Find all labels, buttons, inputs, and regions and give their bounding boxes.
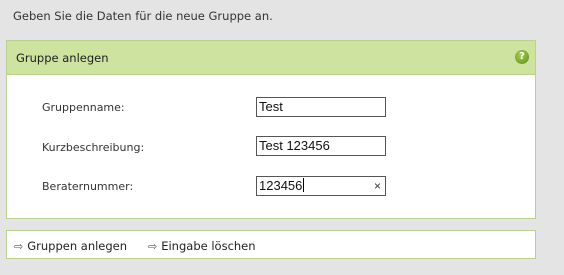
gruppenname-value: Test: [259, 99, 283, 114]
action-bar: ⇨ Gruppen anlegen ⇨ Eingabe löschen: [6, 230, 536, 259]
create-group-label: Gruppen anlegen: [27, 239, 128, 253]
gruppenname-label: Gruppenname:: [42, 101, 125, 114]
beraternummer-field[interactable]: 123456 ×: [256, 176, 386, 196]
create-group-panel: Gruppe anlegen ? Gruppenname: Test Kurzb…: [6, 40, 536, 219]
reset-input-label: Eingabe löschen: [161, 239, 256, 253]
panel-title: Gruppe anlegen: [16, 51, 109, 65]
clear-icon[interactable]: ×: [374, 177, 381, 195]
arrow-right-icon: ⇨: [14, 240, 24, 253]
reset-input-button[interactable]: ⇨ Eingabe löschen: [148, 239, 256, 253]
gruppenname-field[interactable]: Test: [256, 97, 386, 117]
panel-header: Gruppe anlegen ?: [7, 41, 535, 75]
beraternummer-label: Beraternummer:: [42, 180, 134, 193]
kurzbeschreibung-value: Test 123456: [259, 138, 330, 153]
text-caret: [303, 178, 305, 192]
arrow-right-icon: ⇨: [148, 240, 158, 253]
kurzbeschreibung-label: Kurzbeschreibung:: [42, 141, 145, 154]
kurzbeschreibung-field[interactable]: Test 123456: [256, 136, 386, 156]
beraternummer-value: 123456: [259, 178, 303, 193]
intro-text: Geben Sie die Daten für die neue Gruppe …: [13, 9, 273, 23]
create-group-button[interactable]: ⇨ Gruppen anlegen: [14, 239, 127, 253]
help-icon[interactable]: ?: [515, 50, 529, 64]
